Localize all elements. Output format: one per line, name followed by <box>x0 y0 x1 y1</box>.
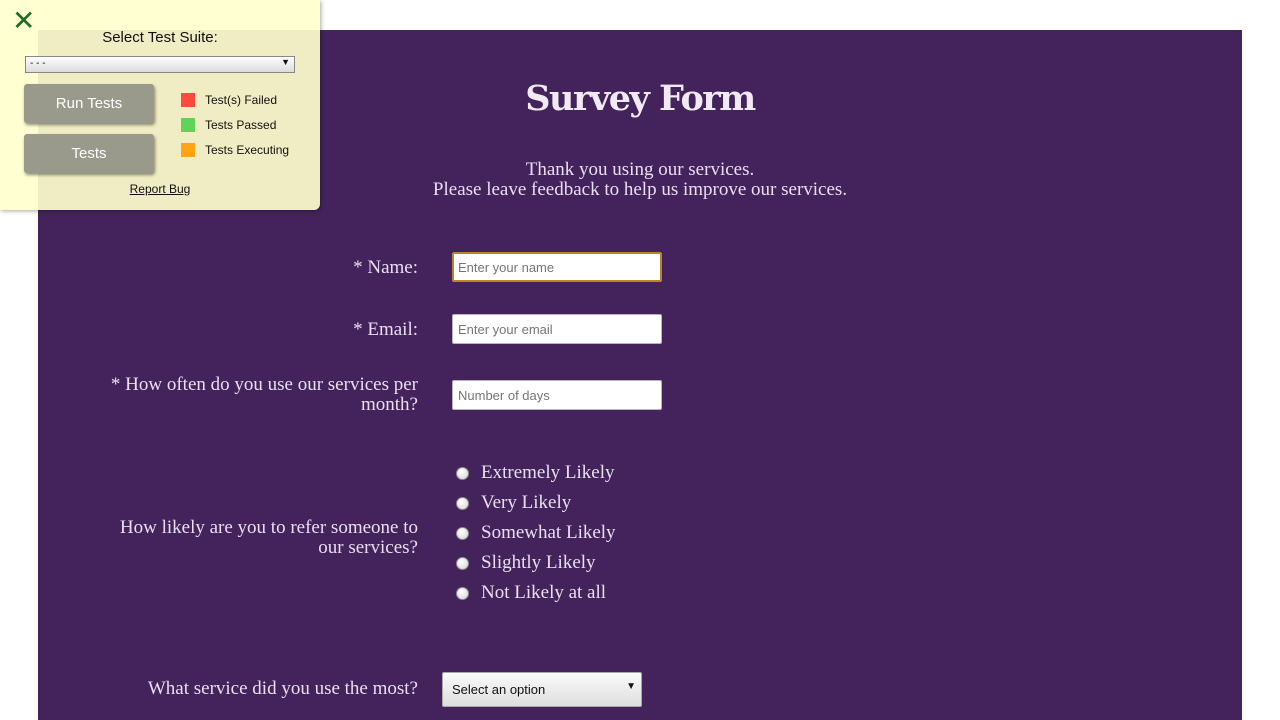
refer-label-line: How likely are you to refer someone to <box>119 517 418 538</box>
refer-label: How likely are you to refer someone to o… <box>120 518 418 558</box>
test-suite-select-value: - - - <box>30 58 46 69</box>
legend-item-passed: Tests Passed <box>181 118 276 132</box>
service-select-value: Select an option <box>452 682 546 697</box>
radio-option-somewhat-likely[interactable]: Somewhat Likely <box>456 521 616 545</box>
radio-label: Not Likely at all <box>481 582 607 603</box>
radio-label: Extremely Likely <box>481 462 615 483</box>
legend-label: Tests Passed <box>205 118 277 132</box>
legend-label: Tests Executing <box>205 143 290 157</box>
name-input[interactable] <box>452 252 662 282</box>
radio-label: Somewhat Likely <box>481 522 616 543</box>
usage-label-line: month? <box>361 394 418 415</box>
tests-button[interactable]: Tests <box>24 134 154 173</box>
dropdown-arrow-icon: ▼ <box>626 681 636 692</box>
service-select[interactable]: Select an option ▼ <box>442 672 642 707</box>
radio-button[interactable] <box>456 497 469 510</box>
radio-button[interactable] <box>456 467 469 480</box>
radio-button[interactable] <box>456 527 469 540</box>
test-suite-panel: ✕ Select Test Suite: - - - ▼ Run Tests T… <box>0 0 320 210</box>
radio-label: Very Likely <box>481 492 572 513</box>
usage-label: * How often do you use our services per … <box>111 375 418 415</box>
radio-option-slightly-likely[interactable]: Slightly Likely <box>456 551 596 575</box>
radio-button[interactable] <box>456 587 469 600</box>
dropdown-arrow-icon: ▼ <box>281 57 290 67</box>
failed-swatch <box>181 93 195 107</box>
run-tests-button[interactable]: Run Tests <box>24 84 154 123</box>
report-bug-link[interactable]: Report Bug <box>0 182 320 196</box>
service-label: What service did you use the most? <box>147 678 418 699</box>
passed-swatch <box>181 118 195 132</box>
usage-label-line: * How often do you use our services per <box>110 374 418 395</box>
radio-label: Slightly Likely <box>481 552 596 573</box>
radio-button[interactable] <box>456 557 469 570</box>
test-suite-select[interactable]: - - - ▼ <box>25 56 295 73</box>
refer-label-line: our services? <box>318 537 418 558</box>
name-label: * Name: <box>353 257 418 278</box>
email-input[interactable] <box>452 314 662 344</box>
radio-option-not-likely[interactable]: Not Likely at all <box>456 581 606 605</box>
email-label: * Email: <box>353 319 418 340</box>
executing-swatch <box>181 143 195 157</box>
legend-label: Test(s) Failed <box>205 93 278 107</box>
usage-days-input[interactable] <box>452 380 662 410</box>
legend-item-executing: Tests Executing <box>181 143 289 157</box>
legend-item-failed: Test(s) Failed <box>181 93 277 107</box>
test-suite-heading: Select Test Suite: <box>102 29 218 46</box>
radio-option-very-likely[interactable]: Very Likely <box>456 491 571 515</box>
radio-option-extremely-likely[interactable]: Extremely Likely <box>456 461 614 485</box>
